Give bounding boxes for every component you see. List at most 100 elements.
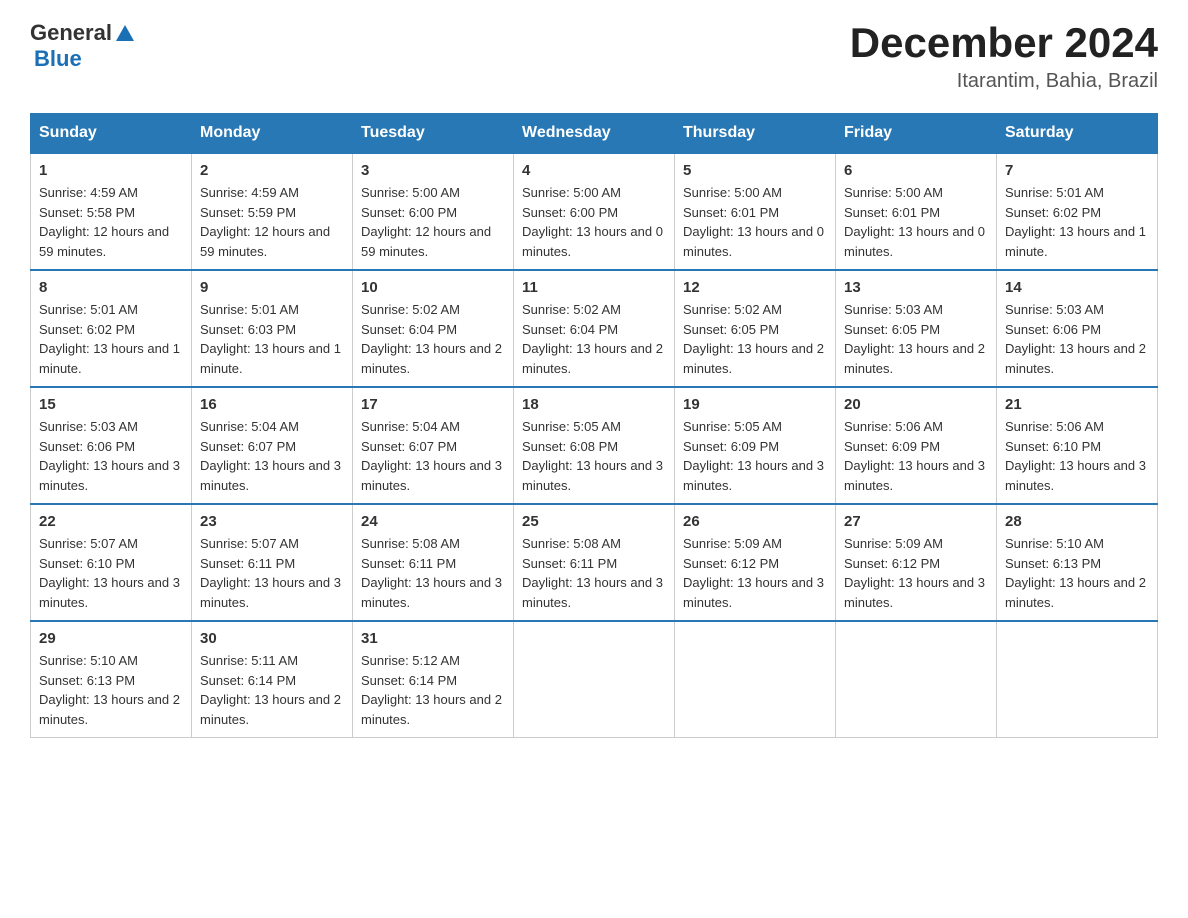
- day-number: 19: [683, 396, 827, 413]
- day-info: Sunrise: 5:00 AMSunset: 6:00 PMDaylight:…: [361, 185, 491, 259]
- calendar-cell: 7 Sunrise: 5:01 AMSunset: 6:02 PMDayligh…: [997, 153, 1158, 270]
- day-number: 1: [39, 162, 183, 179]
- calendar-cell: 13 Sunrise: 5:03 AMSunset: 6:05 PMDaylig…: [836, 270, 997, 387]
- calendar-cell: 17 Sunrise: 5:04 AMSunset: 6:07 PMDaylig…: [353, 387, 514, 504]
- day-info: Sunrise: 5:03 AMSunset: 6:06 PMDaylight:…: [1005, 302, 1146, 376]
- day-info: Sunrise: 5:06 AMSunset: 6:10 PMDaylight:…: [1005, 419, 1146, 493]
- calendar-cell: 15 Sunrise: 5:03 AMSunset: 6:06 PMDaylig…: [31, 387, 192, 504]
- calendar-cell: [675, 621, 836, 738]
- day-number: 21: [1005, 396, 1149, 413]
- day-number: 3: [361, 162, 505, 179]
- calendar-week-row: 29 Sunrise: 5:10 AMSunset: 6:13 PMDaylig…: [31, 621, 1158, 738]
- day-number: 27: [844, 513, 988, 530]
- calendar-cell: 22 Sunrise: 5:07 AMSunset: 6:10 PMDaylig…: [31, 504, 192, 621]
- day-number: 18: [522, 396, 666, 413]
- day-number: 16: [200, 396, 344, 413]
- day-info: Sunrise: 5:04 AMSunset: 6:07 PMDaylight:…: [200, 419, 341, 493]
- day-info: Sunrise: 5:02 AMSunset: 6:05 PMDaylight:…: [683, 302, 824, 376]
- logo-blue-text: Blue: [34, 46, 82, 72]
- calendar-cell: 19 Sunrise: 5:05 AMSunset: 6:09 PMDaylig…: [675, 387, 836, 504]
- calendar-cell: 26 Sunrise: 5:09 AMSunset: 6:12 PMDaylig…: [675, 504, 836, 621]
- day-info: Sunrise: 5:03 AMSunset: 6:05 PMDaylight:…: [844, 302, 985, 376]
- page-header: General Blue December 2024 Itarantim, Ba…: [30, 20, 1158, 93]
- day-number: 29: [39, 630, 183, 647]
- day-info: Sunrise: 5:01 AMSunset: 6:02 PMDaylight:…: [1005, 185, 1146, 259]
- calendar-cell: 10 Sunrise: 5:02 AMSunset: 6:04 PMDaylig…: [353, 270, 514, 387]
- calendar-cell: 28 Sunrise: 5:10 AMSunset: 6:13 PMDaylig…: [997, 504, 1158, 621]
- calendar-cell: 18 Sunrise: 5:05 AMSunset: 6:08 PMDaylig…: [514, 387, 675, 504]
- day-info: Sunrise: 5:00 AMSunset: 6:01 PMDaylight:…: [844, 185, 985, 259]
- day-number: 23: [200, 513, 344, 530]
- day-info: Sunrise: 5:00 AMSunset: 6:01 PMDaylight:…: [683, 185, 824, 259]
- day-info: Sunrise: 5:02 AMSunset: 6:04 PMDaylight:…: [522, 302, 663, 376]
- weekday-header-friday: Friday: [836, 114, 997, 154]
- day-info: Sunrise: 4:59 AMSunset: 5:58 PMDaylight:…: [39, 185, 169, 259]
- calendar-cell: 27 Sunrise: 5:09 AMSunset: 6:12 PMDaylig…: [836, 504, 997, 621]
- day-number: 15: [39, 396, 183, 413]
- calendar-cell: 24 Sunrise: 5:08 AMSunset: 6:11 PMDaylig…: [353, 504, 514, 621]
- calendar-table: SundayMondayTuesdayWednesdayThursdayFrid…: [30, 113, 1158, 738]
- day-number: 24: [361, 513, 505, 530]
- weekday-header-tuesday: Tuesday: [353, 114, 514, 154]
- logo-general-text: General: [30, 20, 112, 46]
- day-info: Sunrise: 5:06 AMSunset: 6:09 PMDaylight:…: [844, 419, 985, 493]
- calendar-cell: 1 Sunrise: 4:59 AMSunset: 5:58 PMDayligh…: [31, 153, 192, 270]
- calendar-cell: [836, 621, 997, 738]
- day-info: Sunrise: 5:10 AMSunset: 6:13 PMDaylight:…: [39, 653, 180, 727]
- month-title: December 2024: [850, 20, 1158, 66]
- calendar-cell: 16 Sunrise: 5:04 AMSunset: 6:07 PMDaylig…: [192, 387, 353, 504]
- title-block: December 2024 Itarantim, Bahia, Brazil: [850, 20, 1158, 93]
- day-info: Sunrise: 5:10 AMSunset: 6:13 PMDaylight:…: [1005, 536, 1146, 610]
- day-info: Sunrise: 5:05 AMSunset: 6:09 PMDaylight:…: [683, 419, 824, 493]
- calendar-week-row: 15 Sunrise: 5:03 AMSunset: 6:06 PMDaylig…: [31, 387, 1158, 504]
- calendar-cell: 6 Sunrise: 5:00 AMSunset: 6:01 PMDayligh…: [836, 153, 997, 270]
- day-number: 25: [522, 513, 666, 530]
- day-info: Sunrise: 5:00 AMSunset: 6:00 PMDaylight:…: [522, 185, 663, 259]
- calendar-cell: 29 Sunrise: 5:10 AMSunset: 6:13 PMDaylig…: [31, 621, 192, 738]
- calendar-cell: 30 Sunrise: 5:11 AMSunset: 6:14 PMDaylig…: [192, 621, 353, 738]
- calendar-week-row: 8 Sunrise: 5:01 AMSunset: 6:02 PMDayligh…: [31, 270, 1158, 387]
- calendar-week-row: 22 Sunrise: 5:07 AMSunset: 6:10 PMDaylig…: [31, 504, 1158, 621]
- day-info: Sunrise: 5:05 AMSunset: 6:08 PMDaylight:…: [522, 419, 663, 493]
- calendar-cell: 9 Sunrise: 5:01 AMSunset: 6:03 PMDayligh…: [192, 270, 353, 387]
- calendar-week-row: 1 Sunrise: 4:59 AMSunset: 5:58 PMDayligh…: [31, 153, 1158, 270]
- calendar-cell: 20 Sunrise: 5:06 AMSunset: 6:09 PMDaylig…: [836, 387, 997, 504]
- day-number: 2: [200, 162, 344, 179]
- day-number: 5: [683, 162, 827, 179]
- weekday-header-row: SundayMondayTuesdayWednesdayThursdayFrid…: [31, 114, 1158, 154]
- day-number: 22: [39, 513, 183, 530]
- day-info: Sunrise: 5:12 AMSunset: 6:14 PMDaylight:…: [361, 653, 502, 727]
- calendar-cell: 3 Sunrise: 5:00 AMSunset: 6:00 PMDayligh…: [353, 153, 514, 270]
- logo: General Blue: [30, 20, 136, 72]
- day-info: Sunrise: 5:07 AMSunset: 6:10 PMDaylight:…: [39, 536, 180, 610]
- day-info: Sunrise: 5:01 AMSunset: 6:02 PMDaylight:…: [39, 302, 180, 376]
- weekday-header-sunday: Sunday: [31, 114, 192, 154]
- day-number: 8: [39, 279, 183, 296]
- calendar-cell: 23 Sunrise: 5:07 AMSunset: 6:11 PMDaylig…: [192, 504, 353, 621]
- weekday-header-wednesday: Wednesday: [514, 114, 675, 154]
- calendar-cell: 11 Sunrise: 5:02 AMSunset: 6:04 PMDaylig…: [514, 270, 675, 387]
- calendar-cell: [514, 621, 675, 738]
- day-number: 14: [1005, 279, 1149, 296]
- day-number: 6: [844, 162, 988, 179]
- day-number: 7: [1005, 162, 1149, 179]
- calendar-cell: 4 Sunrise: 5:00 AMSunset: 6:00 PMDayligh…: [514, 153, 675, 270]
- day-number: 30: [200, 630, 344, 647]
- day-info: Sunrise: 5:02 AMSunset: 6:04 PMDaylight:…: [361, 302, 502, 376]
- day-info: Sunrise: 5:08 AMSunset: 6:11 PMDaylight:…: [361, 536, 502, 610]
- weekday-header-monday: Monday: [192, 114, 353, 154]
- day-info: Sunrise: 5:11 AMSunset: 6:14 PMDaylight:…: [200, 653, 341, 727]
- day-number: 26: [683, 513, 827, 530]
- day-number: 28: [1005, 513, 1149, 530]
- day-number: 17: [361, 396, 505, 413]
- day-number: 31: [361, 630, 505, 647]
- weekday-header-saturday: Saturday: [997, 114, 1158, 154]
- calendar-cell: 21 Sunrise: 5:06 AMSunset: 6:10 PMDaylig…: [997, 387, 1158, 504]
- day-info: Sunrise: 5:01 AMSunset: 6:03 PMDaylight:…: [200, 302, 341, 376]
- day-info: Sunrise: 5:07 AMSunset: 6:11 PMDaylight:…: [200, 536, 341, 610]
- day-info: Sunrise: 5:09 AMSunset: 6:12 PMDaylight:…: [844, 536, 985, 610]
- calendar-cell: [997, 621, 1158, 738]
- day-info: Sunrise: 4:59 AMSunset: 5:59 PMDaylight:…: [200, 185, 330, 259]
- day-info: Sunrise: 5:08 AMSunset: 6:11 PMDaylight:…: [522, 536, 663, 610]
- weekday-header-thursday: Thursday: [675, 114, 836, 154]
